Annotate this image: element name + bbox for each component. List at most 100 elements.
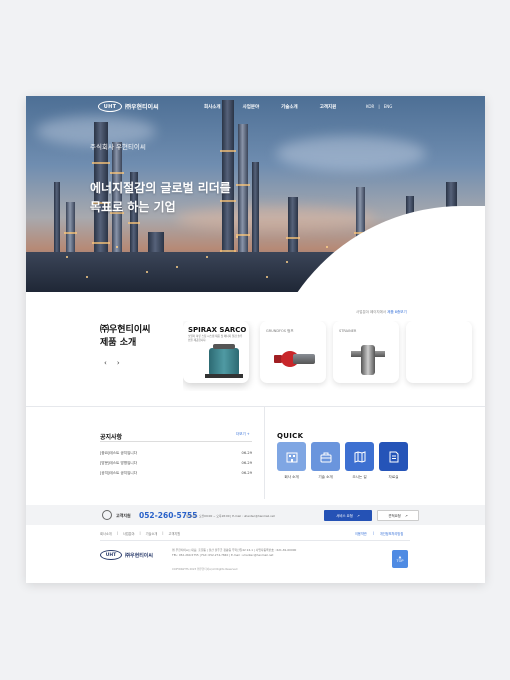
boiler-image [209,344,239,376]
notice-underline [100,441,252,442]
carousel-arrows: ‹ › [104,359,120,367]
prev-arrow-icon[interactable]: ‹ [104,359,107,367]
scroll-top-button[interactable]: ▲ TOP [392,550,408,568]
lang-eng[interactable]: ENG [384,104,393,109]
notice-item[interactable]: [방문]테스트 방명입니다 06-29 [100,458,252,468]
footer-link[interactable]: 회사소개 [100,531,112,536]
lang-kor[interactable]: KOR [366,104,374,109]
quick-archive-button[interactable]: 자료실 [379,442,408,480]
footer-links: 회사소개 | 사업분야 | 기술소개 | 고객지원 [100,531,180,536]
footer-link[interactable]: 고객지원 [168,531,180,536]
quick-company-button[interactable]: 회사 소개 [277,442,306,480]
products-link-emph: 제품 8종보기 [387,310,407,314]
quick-label: 회사 소개 [284,475,299,479]
product-caption: STRAINER [339,329,357,333]
top-nav: UHT ㈜우현티이씨 회사소개 사업분야 기술소개 고객지원 KOR | ENG [26,96,485,118]
boiler-base [205,374,243,378]
notice-item-date: 06-29 [241,451,252,455]
products-more-link[interactable]: 사업분야 페이지에서 제품 8종보기 [356,310,407,315]
notice-item[interactable]: [공지]테스트 공지입니다 06-29 [100,468,252,478]
footer-copyright: COPYRIGHTS 2023 ㈜우현티이씨 All Rights Reserv… [172,568,238,571]
page-frame: UHT ㈜우현티이씨 회사소개 사업분야 기술소개 고객지원 KOR | ENG… [26,96,485,583]
terms-link[interactable]: 이용약관 [355,531,367,536]
notice-title: 공지사항 [100,434,123,441]
column-divider [264,407,265,499]
products-link-text: 사업분야 페이지에서 [356,310,387,314]
section-divider [26,406,485,407]
contact-label: 고객지원 [116,513,131,518]
footer-link-divider: | [372,531,374,535]
footer-logo: UHT ㈜우현티이씨 [100,550,153,560]
contact-info: 상담시간 : 오전09:00 ~ 오후18:00 | E-mail : uhan… [186,513,275,518]
products-title-line1: ㈜우현티이씨 [100,325,151,335]
menu-item-technology[interactable]: 기술소개 [281,104,298,110]
service-request-button[interactable]: 서비스 요청 ↗ [324,510,372,521]
quote-request-label: 견적요청 [388,514,401,518]
site-logo[interactable]: UHT ㈜우현티이씨 [98,101,159,112]
footer-link-divider: | [162,531,164,535]
headset-icon [102,510,112,520]
notice-more-link[interactable]: 더보기 + [236,432,250,437]
notice-item-title: [중요]테스트 공지입니다 [100,450,138,455]
quote-request-button[interactable]: 견적요청 ↗ [377,510,419,521]
main-menu: 회사소개 사업분야 기술소개 고객지원 [204,104,336,110]
notice-item-date: 06-29 [241,471,252,475]
building-icon [286,452,297,462]
contact-bar: 고객지원 052-260-5755 상담시간 : 오전09:00 ~ 오후18:… [26,505,485,525]
hero-title-line1: 에너지절감의 글로벌 리더를 [90,181,231,195]
product-caption: GRUNDFOS 펌프 [266,329,294,333]
quick-label: 오시는 길 [352,475,367,479]
footer-address-line2: TEL: 052-260-5755 | FAX: 052-274-7840 | … [172,553,274,557]
menu-item-support[interactable]: 고객지원 [320,104,337,110]
strainer-image [361,345,375,375]
notice-item[interactable]: [중요]테스트 공지입니다 06-29 [100,448,252,458]
quick-title: QUICK [277,432,304,440]
service-request-label: 서비스 요청 [336,514,353,518]
privacy-link[interactable]: 개인정보처리방침 [380,531,403,536]
footer-link[interactable]: 사업분야 [123,531,135,536]
notice-item-title: [방문]테스트 방명입니다 [100,460,138,465]
quick-label: 기술 소개 [318,475,333,479]
quick-technology-button[interactable]: 기술 소개 [311,442,340,480]
notice-item-date: 06-29 [241,461,252,465]
quick-buttons: 회사 소개 기술 소개 오시는 길 자료실 [277,442,408,480]
quick-label: 자료실 [388,475,399,479]
next-arrow-icon[interactable]: › [117,359,120,367]
hero-banner: UHT ㈜우현티이씨 회사소개 사업분야 기술소개 고객지원 KOR | ENG… [26,96,485,292]
quick-box [345,442,374,471]
product-desc: 보일러 하류 스팀 시스템 제품 및 에너지 절감 솔루션을 제공합니다. [188,335,243,342]
toolbox-icon [320,452,331,462]
product-carousel: SPIRAX SARCO 보일러 하류 스팀 시스템 제품 및 에너지 절감 솔… [183,321,485,391]
products-title: ㈜우현티이씨 제품 소개 [100,324,150,350]
top-label: TOP [396,559,404,563]
quick-box [311,442,340,471]
product-card-spirax[interactable]: SPIRAX SARCO 보일러 하류 스팀 시스템 제품 및 에너지 절감 솔… [183,321,249,383]
arrow-right-icon: ↗ [356,513,360,518]
logo-mark: UHT [98,101,122,112]
product-brand: SPIRAX SARCO [188,326,247,334]
logo-name: ㈜우현티이씨 [125,104,159,111]
notice-item-title: [공지]테스트 공지입니다 [100,470,138,475]
arrow-right-icon: ↗ [404,513,408,518]
footer-address: ㈜ 우현티이씨 | 대표: 홍길동 | 울산 울주군 청량읍 무학산길42 24… [172,548,296,558]
hero-title-line2: 목표로 하는 기업 [90,200,176,214]
language-switch: KOR | ENG [366,104,392,109]
products-title-line2: 제품 소개 [100,338,137,348]
product-card-partial[interactable] [406,321,472,383]
footer-link[interactable]: 기술소개 [146,531,158,536]
hero-title: 에너지절감의 글로벌 리더를 목표로 하는 기업 [90,179,231,217]
footer-policy-links: 이용약관 | 개인정보처리방침 [355,531,403,536]
lang-divider: | [378,104,380,109]
menu-item-company[interactable]: 회사소개 [204,104,221,110]
product-card-pump[interactable]: GRUNDFOS 펌프 [260,321,326,383]
hero-subtitle: 주식회사 우현티이씨 [90,143,146,151]
quick-location-button[interactable]: 오시는 길 [345,442,374,480]
menu-item-business[interactable]: 사업분야 [243,104,260,110]
quick-box [379,442,408,471]
pump-motor [293,354,315,364]
product-card-strainer[interactable]: STRAINER [333,321,399,383]
document-icon [389,451,398,462]
footer-logo-mark: UHT [100,550,122,560]
map-icon [354,450,365,463]
footer-divider [100,540,410,541]
